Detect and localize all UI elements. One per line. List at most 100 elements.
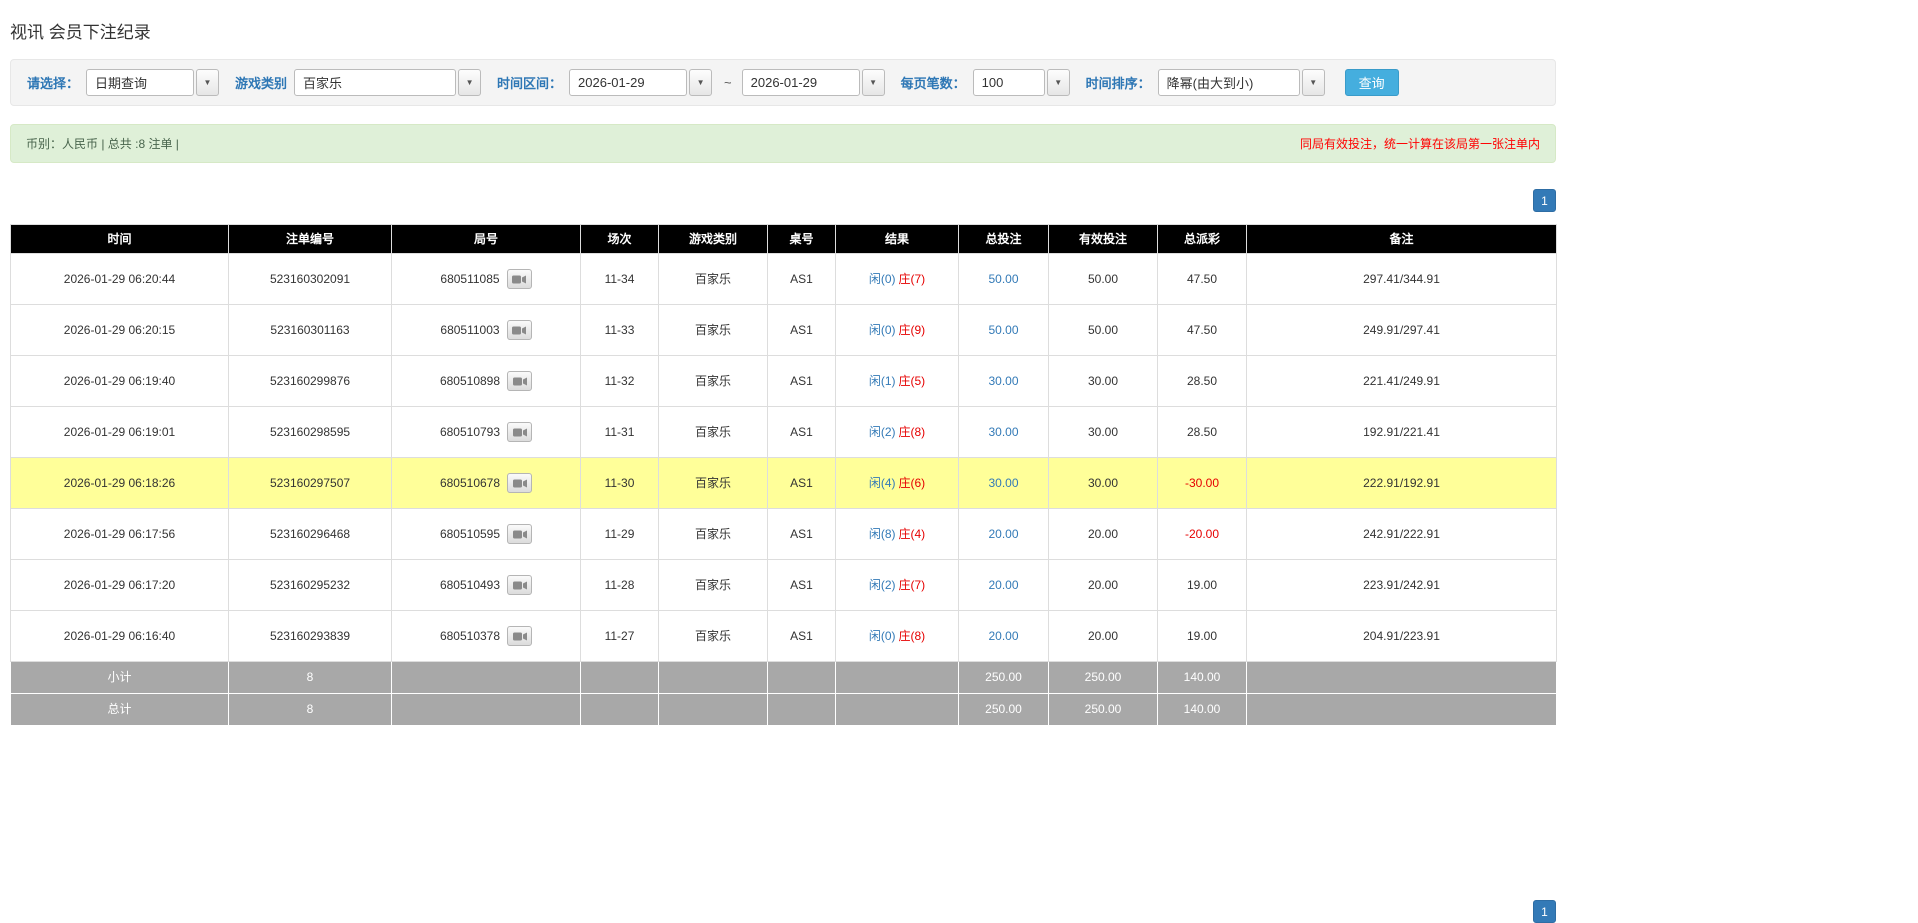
- round-id-text: 680510793: [439, 424, 501, 439]
- cell-time: 2026-01-29 06:19:01: [10, 406, 229, 458]
- total-bet-link[interactable]: 30.00: [988, 374, 1018, 388]
- video-replay-icon[interactable]: [506, 269, 532, 289]
- footer-cell: [580, 661, 659, 694]
- total-bet-link[interactable]: 30.00: [988, 476, 1018, 490]
- date-from-caret-icon[interactable]: ▼: [689, 69, 713, 96]
- video-replay-icon[interactable]: [507, 626, 533, 646]
- result-player-text: 闲(2): [868, 424, 896, 439]
- total-bet-link[interactable]: 30.00: [988, 425, 1018, 439]
- result-banker-text: 庄(8): [898, 424, 926, 439]
- cell-time: 2026-01-29 06:18:26: [10, 457, 229, 509]
- table-row[interactable]: 2026-01-29 06:17:56 523160296468 6805105…: [10, 508, 1557, 560]
- cell-valid-bet: 30.00: [1048, 406, 1158, 458]
- cell-bet-id: 523160302091: [228, 253, 392, 305]
- page-button-1-bottom[interactable]: 1: [1533, 900, 1556, 923]
- date-to-input[interactable]: [741, 69, 860, 96]
- cell-payout: -20.00: [1157, 508, 1247, 560]
- page-size-caret-icon[interactable]: ▼: [1046, 69, 1070, 96]
- result-banker-text: 庄(4): [898, 526, 926, 541]
- footer-cell: [580, 693, 659, 726]
- total-bet-link[interactable]: 20.00: [988, 578, 1018, 592]
- cell-round-id: 680510595: [391, 508, 581, 560]
- cell-table-no: AS1: [767, 304, 836, 356]
- column-header-10: 备注: [1246, 224, 1557, 254]
- cell-total-bet: 30.00: [958, 457, 1049, 509]
- column-header-2: 局号: [391, 224, 581, 254]
- total-bet-link[interactable]: 20.00: [988, 527, 1018, 541]
- sort-order-input[interactable]: [1157, 69, 1300, 96]
- select-type-combo: ▼: [86, 69, 220, 96]
- cell-table-no: AS1: [767, 508, 836, 560]
- cell-game-type: 百家乐: [658, 253, 768, 305]
- main-container: 视讯 会员下注纪录 请选择： ▼ 游戏类别 ▼ 时间区间： ▼ ~ ▼ 每页笔数…: [10, 18, 1557, 923]
- pagination-top: 1: [10, 189, 1556, 212]
- table-body: 2026-01-29 06:20:44 523160302091 6805110…: [10, 253, 1557, 662]
- cell-payout: -30.00: [1157, 457, 1247, 509]
- video-replay-icon[interactable]: [507, 371, 533, 391]
- round-id-text: 680510678: [439, 475, 501, 490]
- video-replay-icon[interactable]: [507, 575, 533, 595]
- round-id-text: 680511085: [440, 271, 500, 286]
- table-row[interactable]: 2026-01-29 06:19:01 523160298595 6805107…: [10, 406, 1557, 458]
- date-to-combo: ▼: [741, 69, 885, 96]
- table-row[interactable]: 2026-01-29 06:16:40 523160293839 6805103…: [10, 610, 1557, 662]
- select-type-input[interactable]: [86, 69, 195, 96]
- page-button-1[interactable]: 1: [1533, 189, 1556, 212]
- total-bet-link[interactable]: 20.00: [988, 629, 1018, 643]
- result-player-text: 闲(2): [868, 577, 896, 592]
- table-row[interactable]: 2026-01-29 06:18:26 523160297507 6805106…: [10, 457, 1557, 509]
- page-size-input[interactable]: [972, 69, 1045, 96]
- footer-cell: [391, 661, 581, 694]
- footer-cell: 8: [228, 661, 392, 694]
- cell-session: 11-29: [580, 508, 659, 560]
- video-replay-icon[interactable]: [507, 524, 533, 544]
- cell-game-type: 百家乐: [658, 508, 768, 560]
- cell-remark: 222.91/192.91: [1246, 457, 1557, 509]
- footer-cell: 140.00: [1157, 661, 1247, 694]
- table-row[interactable]: 2026-01-29 06:20:15 523160301163 6805110…: [10, 304, 1557, 356]
- select-type-caret-icon[interactable]: ▼: [196, 69, 220, 96]
- cell-bet-id: 523160299876: [228, 355, 392, 407]
- sort-order-label: 时间排序：: [1085, 76, 1151, 91]
- game-type-caret-icon[interactable]: ▼: [458, 69, 482, 96]
- cell-payout: 47.50: [1157, 304, 1247, 356]
- video-replay-icon[interactable]: [506, 320, 532, 340]
- table-row[interactable]: 2026-01-29 06:17:20 523160295232 6805104…: [10, 559, 1557, 611]
- cell-game-type: 百家乐: [658, 304, 768, 356]
- table-row[interactable]: 2026-01-29 06:20:44 523160302091 6805110…: [10, 253, 1557, 305]
- total-bet-link[interactable]: 50.00: [988, 272, 1018, 286]
- cell-round-id: 680510793: [391, 406, 581, 458]
- column-header-6: 结果: [835, 224, 959, 254]
- column-header-8: 有效投注: [1048, 224, 1158, 254]
- game-type-input[interactable]: [294, 69, 457, 96]
- cell-valid-bet: 50.00: [1048, 304, 1158, 356]
- footer-cell: 250.00: [1048, 693, 1158, 726]
- result-banker-text: 庄(8): [898, 628, 926, 643]
- cell-valid-bet: 20.00: [1048, 559, 1158, 611]
- cell-table-no: AS1: [767, 610, 836, 662]
- date-to-caret-icon[interactable]: ▼: [861, 69, 885, 96]
- cell-payout: 28.50: [1157, 355, 1247, 407]
- cell-payout: 28.50: [1157, 406, 1247, 458]
- date-from-input[interactable]: [569, 69, 688, 96]
- page-size-combo: ▼: [972, 69, 1070, 96]
- footer-cell: 小计: [10, 661, 229, 694]
- date-from-combo: ▼: [569, 69, 713, 96]
- page-title: 视讯 会员下注纪录: [10, 23, 151, 42]
- cell-game-type: 百家乐: [658, 457, 768, 509]
- sort-order-caret-icon[interactable]: ▼: [1301, 69, 1325, 96]
- cell-session: 11-33: [580, 304, 659, 356]
- search-button[interactable]: 查询: [1344, 69, 1399, 96]
- cell-result: 闲(0) 庄(9): [835, 304, 959, 356]
- video-replay-icon[interactable]: [507, 473, 533, 493]
- cell-total-bet: 50.00: [958, 304, 1049, 356]
- cell-total-bet: 20.00: [958, 559, 1049, 611]
- cell-valid-bet: 20.00: [1048, 610, 1158, 662]
- table-row[interactable]: 2026-01-29 06:19:40 523160299876 6805108…: [10, 355, 1557, 407]
- video-replay-icon[interactable]: [507, 422, 533, 442]
- total-bet-link[interactable]: 50.00: [988, 323, 1018, 337]
- table-footer: 小计 8 250.00 250.00 140.00 总计 8 250.00 250.00 140.…: [10, 661, 1557, 726]
- footer-cell: 250.00: [958, 661, 1049, 694]
- footer-cell: 250.00: [1048, 661, 1158, 694]
- column-header-9: 总派彩: [1157, 224, 1247, 254]
